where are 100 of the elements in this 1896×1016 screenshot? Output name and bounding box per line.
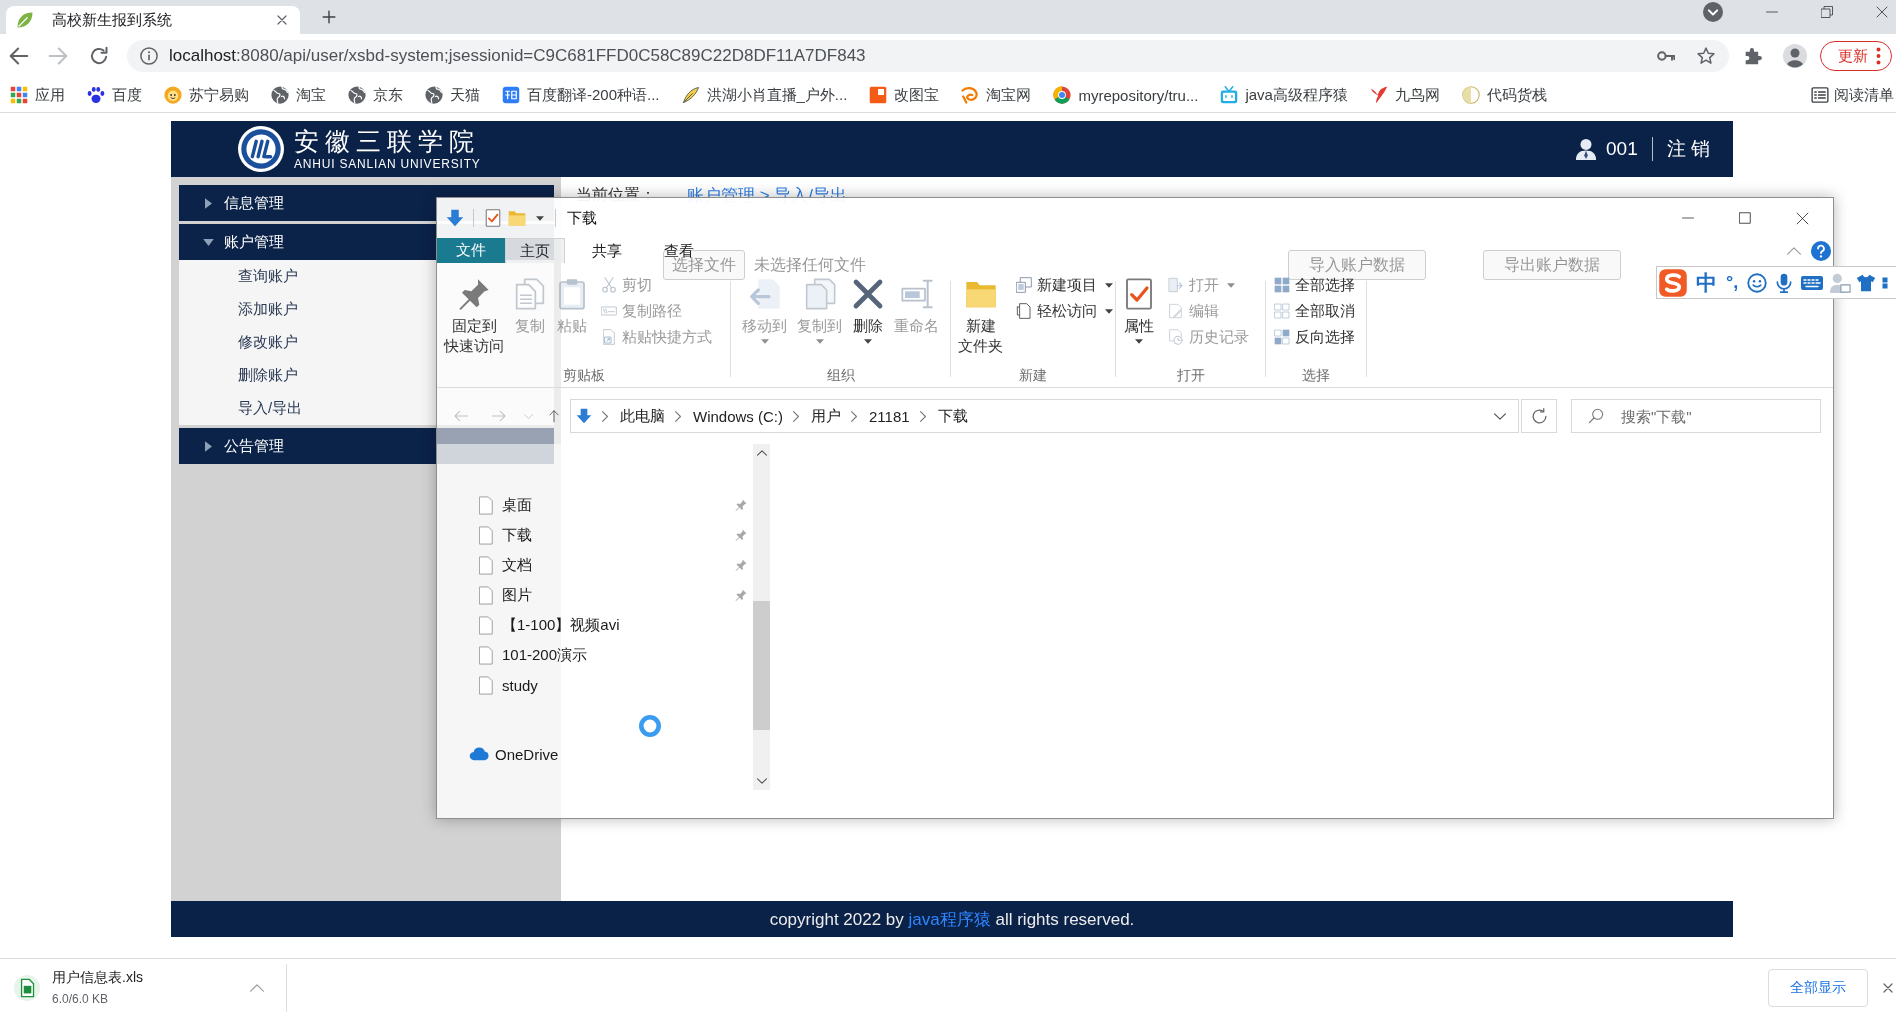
browser-tab[interactable]: 高校新生报到系统	[6, 6, 300, 34]
scroll-up-icon[interactable]	[756, 450, 767, 456]
logout-link[interactable]: 注 销	[1666, 136, 1710, 162]
bookmark[interactable]: 改图宝	[863, 81, 946, 109]
file-status-text: 未选择任何文件	[754, 254, 866, 275]
scissors-icon	[601, 277, 617, 293]
submenu-item[interactable]: 修改账户	[238, 333, 298, 352]
submenu-item[interactable]: 导入/导出	[238, 399, 303, 418]
chevron-right-icon[interactable]	[793, 410, 799, 422]
chevron-right-icon[interactable]	[675, 410, 681, 422]
bookmark[interactable]: 淘宝	[265, 81, 332, 109]
smiley-icon[interactable]	[1747, 272, 1768, 293]
keyboard-icon[interactable]	[1800, 274, 1825, 291]
submenu-item[interactable]: 添加账户	[238, 300, 298, 319]
new-folder-button[interactable]: 新建 文件夹	[955, 278, 1006, 356]
checked-page-icon[interactable]	[484, 209, 502, 227]
nav-item[interactable]: 桌面	[437, 490, 753, 520]
info-icon[interactable]	[140, 47, 158, 65]
chevron-up-icon[interactable]	[1787, 246, 1801, 255]
logo-tile-icon[interactable]	[1658, 267, 1688, 298]
nav-item[interactable]: 图片	[437, 580, 753, 610]
caret-down-icon	[1105, 308, 1113, 314]
invert-selection-button[interactable]: 反向选择	[1274, 327, 1355, 347]
breadcrumb-segment[interactable]: 21181	[869, 407, 910, 425]
select-none-button[interactable]: 全部取消	[1274, 301, 1355, 321]
author-link[interactable]: java程序猿	[908, 909, 991, 929]
star-icon[interactable]	[1697, 47, 1715, 65]
up-icon[interactable]	[547, 409, 561, 423]
reading-list-button[interactable]: 阅读清单	[1805, 81, 1896, 109]
caret-down-icon	[1135, 339, 1143, 344]
address-field[interactable]: localhost:8080/api/user/xsbd-system;jsessionid=C9C681FFD0C58C89C22D8DF11A7DF843	[127, 40, 1729, 72]
squares-icon[interactable]	[1882, 276, 1889, 289]
ribbon-tab[interactable]: 主页	[505, 238, 565, 263]
reload-icon[interactable]	[89, 46, 109, 66]
chevron-right-icon[interactable]	[851, 410, 857, 422]
nav-item[interactable]: OneDrive	[437, 739, 753, 769]
chevron-down-icon[interactable]	[1494, 412, 1506, 420]
bookmark[interactable]: myrepository/tru...	[1047, 81, 1205, 109]
bookmark[interactable]: 淘宝网	[955, 81, 1038, 109]
caret-down-icon[interactable]	[536, 215, 544, 221]
bookmark[interactable]: java高级程序猿	[1214, 81, 1354, 109]
input-mode-toggle[interactable]: 中	[1696, 268, 1717, 297]
bookmark[interactable]: 百度翻译-200种语...	[496, 81, 666, 109]
delete-button[interactable]: 删除	[849, 278, 887, 344]
chevron-right-icon[interactable]	[602, 410, 608, 422]
help-icon[interactable]	[1811, 240, 1831, 261]
bookmark[interactable]: 天猫	[419, 81, 486, 109]
pin-to-quick-access-button[interactable]: 固定到 快速访问	[441, 278, 507, 356]
punctuation-toggle[interactable]: °,	[1726, 272, 1739, 293]
restore-icon[interactable]	[1821, 6, 1833, 18]
breadcrumb-segment[interactable]: 下载	[937, 406, 968, 426]
nav-item[interactable]: 下载	[437, 520, 753, 550]
bookmark[interactable]: 应用	[4, 81, 71, 109]
file-size: 6.0/6.0 KB	[52, 992, 110, 1006]
bookmark[interactable]: 洪湖小肖直播_户外...	[675, 81, 854, 109]
user-id: 001	[1606, 138, 1638, 160]
close-icon[interactable]	[1876, 6, 1888, 18]
chevron-right-icon[interactable]	[919, 410, 926, 422]
bookmark[interactable]: 九鸟网	[1363, 81, 1446, 109]
scroll-down-icon[interactable]	[756, 778, 767, 784]
breadcrumb-segment[interactable]: 此电脑	[620, 406, 665, 426]
bookmark[interactable]: 代码货栈	[1455, 81, 1553, 109]
shirt-icon[interactable]	[1856, 272, 1877, 293]
bookmark[interactable]: 京东	[342, 81, 409, 109]
address-bar[interactable]: 此电脑 Windows (C:) 用户 21181 下载	[570, 399, 1519, 433]
bookmark[interactable]: 苏宁易购	[158, 81, 255, 109]
down-arrow-icon[interactable]	[446, 209, 464, 227]
chevron-up-icon[interactable]	[250, 983, 264, 992]
scrollbar[interactable]	[753, 444, 770, 790]
properties-button[interactable]: 属性	[1120, 278, 1158, 344]
school-name: 安徽三联学院	[294, 128, 481, 154]
close-icon[interactable]	[1882, 981, 1894, 994]
spreadsheet-icon[interactable]	[14, 974, 40, 1001]
show-all-button[interactable]: 全部显示	[1768, 968, 1868, 1007]
scrollbar-thumb[interactable]	[753, 601, 770, 730]
nav-item[interactable]: 101-200演示	[437, 640, 753, 670]
file-tab[interactable]: 文件	[437, 238, 505, 263]
puzzle-icon[interactable]	[1744, 46, 1764, 66]
search-field[interactable]: 搜索"下载"	[1571, 399, 1821, 433]
submenu-item[interactable]: 删除账户	[238, 366, 298, 385]
refresh-button[interactable]	[1521, 399, 1557, 433]
back-icon[interactable]	[9, 46, 29, 66]
close-icon[interactable]	[276, 14, 288, 26]
sidebar-item[interactable]: 公告管理	[179, 428, 554, 464]
profile-icon[interactable]	[1783, 44, 1807, 68]
bookmark[interactable]: 百度	[81, 81, 148, 109]
nav-item[interactable]: 【1-100】视频avi	[437, 610, 753, 640]
copy-icon	[514, 278, 546, 310]
file-name[interactable]: 用户信息表.xls	[52, 969, 143, 987]
new-item-button[interactable]: 新建项目	[1016, 275, 1113, 295]
breadcrumb-segment[interactable]: Windows (C:)	[693, 407, 783, 425]
ribbon-tab[interactable]: 共享	[577, 238, 637, 263]
nav-item[interactable]: 文档	[437, 550, 753, 580]
chevron-circle-icon[interactable]	[1703, 2, 1723, 22]
easy-access-button[interactable]: 轻松访问	[1016, 301, 1113, 321]
submenu-item[interactable]: 查询账户	[238, 267, 298, 286]
plus-icon[interactable]	[322, 10, 336, 24]
breadcrumb-segment[interactable]: 用户	[811, 406, 841, 426]
cross-icon	[852, 278, 884, 310]
nav-item[interactable]: study	[437, 670, 753, 700]
